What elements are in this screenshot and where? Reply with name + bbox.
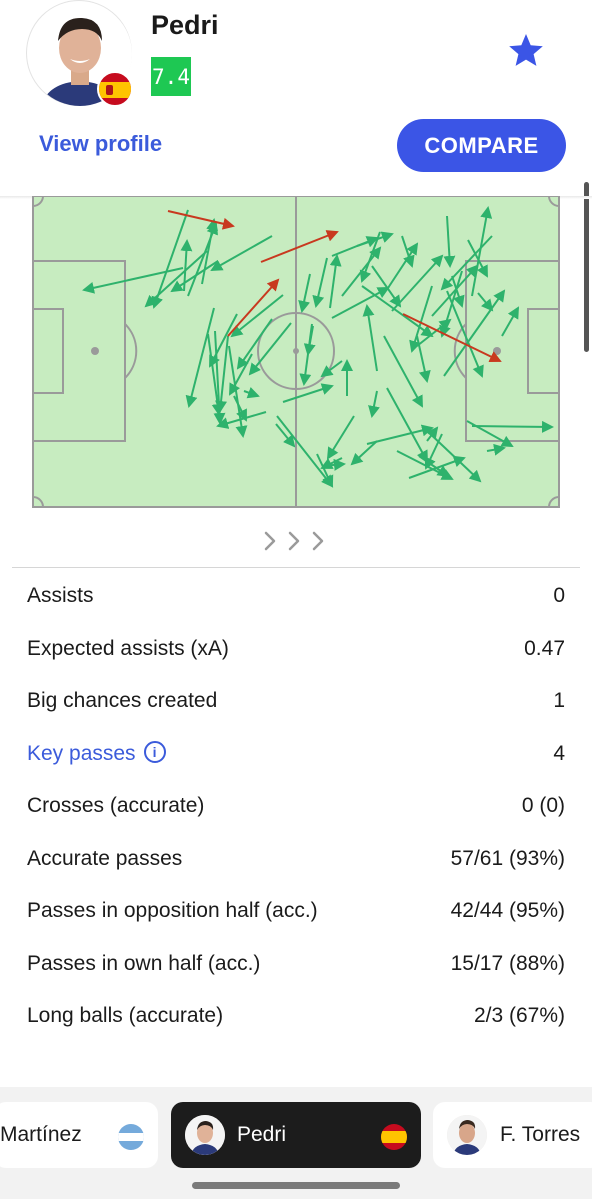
stat-label: Long balls (accurate) xyxy=(27,1004,224,1027)
player-chip-pedri[interactable]: Pedri xyxy=(171,1102,421,1168)
argentina-flag-icon xyxy=(118,1124,144,1150)
player-chip-f-torres[interactable]: F. Torres xyxy=(433,1102,592,1168)
stat-label: Passes in own half (acc.) xyxy=(27,951,261,975)
stat-row-accurate-passes: Accurate passes 57/61 (93%) xyxy=(0,833,592,885)
key-passes-link[interactable]: Key passes xyxy=(27,728,166,780)
player-chip-martinez[interactable]: Martínez xyxy=(0,1102,158,1168)
stat-value: 15/17 (88%) xyxy=(450,951,565,975)
info-icon[interactable] xyxy=(143,740,166,763)
stat-row-expected-assists: Expected assists (xA) 0.47 xyxy=(0,623,592,675)
avatar xyxy=(447,1115,487,1155)
home-indicator[interactable] xyxy=(192,1182,400,1189)
stat-label: Passes in opposition half (acc.) xyxy=(27,899,318,922)
spain-flag-icon xyxy=(381,1124,407,1150)
chip-player-name[interactable]: F. Torres xyxy=(500,1102,580,1168)
scrollbar[interactable] xyxy=(584,182,589,352)
section-divider xyxy=(12,567,580,568)
pitch xyxy=(32,195,560,508)
stat-label[interactable]: Key passes xyxy=(27,742,136,765)
avatar xyxy=(185,1115,225,1155)
stat-value: 42/44 (95%) xyxy=(450,899,565,922)
stat-value: 0 xyxy=(553,584,565,607)
player-header: Pedri 7.4 View profile COMPARE xyxy=(0,0,592,352)
stat-row-own-half: Passes in own half (acc.) 15/17 (88%) xyxy=(0,938,592,990)
stat-value: 2/3 (67%) xyxy=(473,1004,565,1027)
stat-row-key-passes[interactable]: Key passes 4 xyxy=(0,728,592,780)
rating-badge: 7.4 xyxy=(151,57,191,96)
stat-value: 4 xyxy=(553,741,565,765)
stat-row-big-chances: Big chances created 1 xyxy=(0,675,592,727)
stat-label: Crosses (accurate) xyxy=(27,794,205,817)
spain-flag-icon xyxy=(97,71,133,107)
stat-row-long-balls: Long balls (accurate) 2/3 (67%) xyxy=(0,990,592,1042)
chip-player-name[interactable]: Pedri xyxy=(237,1102,286,1168)
player-name: Pedri xyxy=(151,10,219,40)
stat-label: Expected assists (xA) xyxy=(27,636,229,660)
stat-value: 0 (0) xyxy=(521,794,565,817)
stat-row-opposition-half: Passes in opposition half (acc.) 42/44 (… xyxy=(0,885,592,937)
accurate-pass-arrow xyxy=(471,420,554,433)
stat-label: Big chances created xyxy=(27,689,218,712)
stat-value: 0.47 xyxy=(524,636,565,660)
pass-map xyxy=(32,195,560,508)
stat-row-assists: Assists 0 xyxy=(0,570,592,622)
star-icon[interactable] xyxy=(506,30,546,70)
compare-button[interactable]: COMPARE xyxy=(397,119,566,172)
stat-label: Assists xyxy=(27,584,94,607)
stat-value: 1 xyxy=(553,689,565,712)
chip-player-name[interactable]: Martínez xyxy=(0,1102,82,1168)
stat-row-crosses: Crosses (accurate) 0 (0) xyxy=(0,780,592,832)
view-profile-link[interactable]: View profile xyxy=(39,131,162,157)
chevrons-right-icon[interactable] xyxy=(262,529,332,553)
stat-value: 57/61 (93%) xyxy=(450,846,565,870)
stat-label: Accurate passes xyxy=(27,846,183,870)
